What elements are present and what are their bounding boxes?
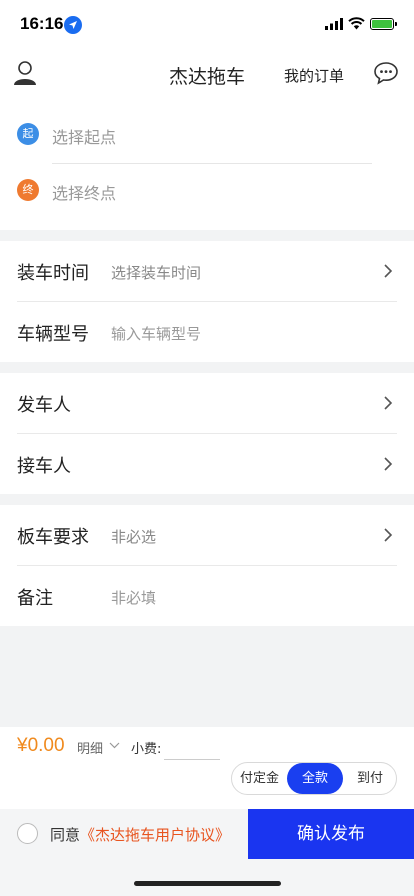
agreement-text: 同意《杰达拖车用户协议》: [50, 824, 230, 845]
receiver-row[interactable]: 接车人: [0, 434, 414, 494]
address-card: 起 选择起点 终 选择终点: [0, 100, 414, 230]
sender-label: 发车人: [17, 395, 71, 416]
status-time: 16:16: [20, 14, 64, 33]
load-time-label: 装车时间: [17, 263, 89, 284]
chevron-down-icon[interactable]: [109, 742, 120, 749]
tip-input[interactable]: [164, 733, 220, 760]
pay-option-on-delivery[interactable]: 到付: [343, 763, 397, 794]
confirm-publish-button[interactable]: 确认发布: [248, 809, 414, 859]
agreement-link[interactable]: 《杰达拖车用户协议》: [80, 826, 230, 844]
chat-icon[interactable]: [373, 61, 399, 85]
chevron-right-icon: [384, 396, 393, 410]
nav-bar: 杰达拖车 我的订单: [0, 48, 414, 100]
vehicle-model-input[interactable]: 输入车辆型号: [111, 323, 201, 344]
my-orders-link[interactable]: 我的订单: [284, 65, 344, 86]
form-group-extra: 板车要求 非必选 备注 非必填: [0, 505, 414, 626]
tip-label: 小费:: [131, 742, 162, 757]
status-bar: 16:16: [0, 0, 414, 48]
price-bar: ¥0.00 明细 小费: 付定金 全款 到付: [0, 727, 414, 809]
remark-row[interactable]: 备注 非必填: [0, 566, 414, 626]
chevron-right-icon: [384, 528, 393, 542]
remark-label: 备注: [17, 588, 53, 609]
truck-requirement-label: 板车要求: [17, 527, 89, 548]
vehicle-model-row[interactable]: 车辆型号 输入车辆型号: [0, 302, 414, 362]
agreement-prefix: 同意: [50, 826, 81, 844]
location-arrow-icon: [64, 16, 82, 34]
end-point-row[interactable]: 终 选择终点: [0, 166, 414, 222]
load-time-value: 选择装车时间: [111, 264, 202, 282]
sender-row[interactable]: 发车人: [0, 373, 414, 433]
page-title: 杰达拖车: [168, 66, 245, 88]
price-detail-toggle[interactable]: 明细: [77, 738, 103, 757]
receiver-label: 接车人: [17, 456, 71, 477]
truck-requirement-row[interactable]: 板车要求 非必选: [0, 505, 414, 565]
address-divider: [52, 163, 372, 164]
pay-option-deposit[interactable]: 付定金: [232, 763, 287, 794]
end-badge: 终: [17, 179, 39, 201]
start-badge: 起: [17, 123, 39, 145]
chevron-right-icon: [384, 457, 393, 471]
vehicle-model-label: 车辆型号: [17, 324, 89, 345]
truck-requirement-value: 非必选: [111, 528, 157, 546]
start-point-placeholder: 选择起点: [52, 128, 117, 147]
chevron-right-icon: [384, 264, 393, 278]
start-point-row[interactable]: 起 选择起点: [0, 110, 414, 166]
end-point-placeholder: 选择终点: [52, 184, 117, 203]
wifi-icon: [348, 17, 365, 30]
battery-icon: [370, 18, 397, 30]
pay-option-full[interactable]: 全款: [287, 763, 343, 794]
load-time-row[interactable]: 装车时间 选择装车时间: [0, 241, 414, 301]
form-group-vehicle: 装车时间 选择装车时间 车辆型号 输入车辆型号: [0, 241, 414, 362]
agreement-checkbox[interactable]: [17, 823, 38, 844]
form-group-contacts: 发车人 接车人: [0, 373, 414, 494]
home-indicator: [134, 881, 281, 886]
payment-option-group: 付定金 全款 到付: [231, 762, 397, 795]
price-amount: ¥0.00: [17, 735, 65, 756]
cellular-signal-icon: [325, 18, 343, 30]
remark-input[interactable]: 非必填: [111, 587, 156, 608]
